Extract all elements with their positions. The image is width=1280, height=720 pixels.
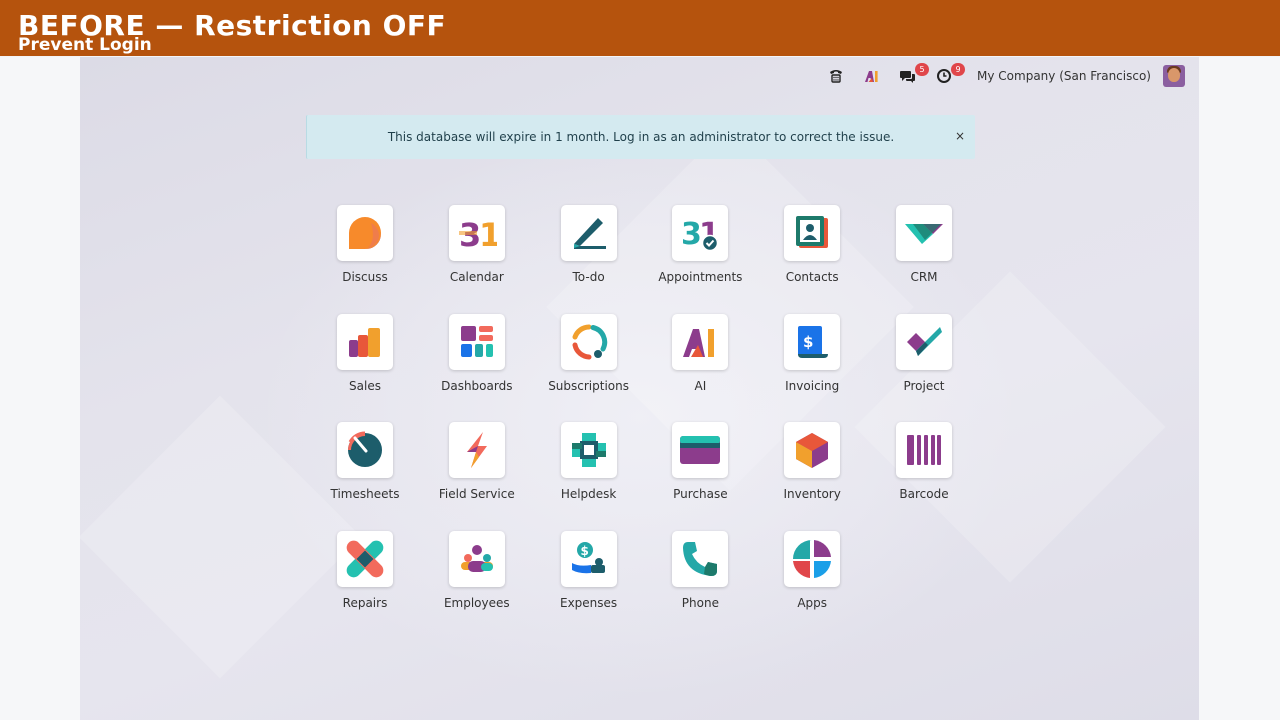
app-label: Field Service [438,487,515,501]
app-crm[interactable]: CRM [879,205,969,314]
right-margin [1199,57,1280,720]
app-label: Invoicing [785,378,840,393]
app-subscriptions[interactable]: Subscriptions [544,313,634,423]
apps-icon [784,530,841,587]
app-todo[interactable]: To-do [544,205,634,314]
avatar-face [1168,68,1180,82]
app-label: Contacts [785,270,839,284]
app-barcode[interactable]: Barcode [879,422,969,531]
app-appointments[interactable]: 31 Appointments [655,205,745,314]
appointments-icon: 31 [672,205,729,261]
app-label: Employees [443,595,510,610]
systray: 5 9 My Company (San Francisco) [811,63,1185,87]
app-label: To-do [572,270,605,284]
todo-icon [560,205,617,261]
discuss-icon [337,205,393,261]
app-label: Timesheets [330,487,400,501]
app-label: Project [903,378,945,393]
app-project[interactable]: Project [879,313,969,423]
expenses-icon: $ [560,530,617,587]
activity-clock-icon[interactable]: 9 [933,63,966,87]
svg-text:1: 1 [479,216,497,253]
app-label: Calendar [449,270,504,284]
svg-text:$: $ [580,544,588,558]
messages-badge: 5 [915,63,930,76]
messaging-icon[interactable]: 5 [897,63,930,87]
crm-icon [895,205,952,261]
app-dashboards[interactable]: Dashboards [432,313,522,423]
app-apps[interactable]: Apps [767,530,857,640]
project-icon [895,313,952,370]
home-screen: 5 9 My Company (San Francisco) This data… [80,57,1199,720]
app-phone[interactable]: Phone [655,530,745,640]
app-helpdesk[interactable]: Helpdesk [544,422,634,531]
alert-text: This database will expire in 1 month. Lo… [387,130,895,144]
user-avatar[interactable] [1163,65,1185,87]
subscriptions-icon [560,313,617,370]
app-timesheets[interactable]: Timesheets [320,422,410,531]
helpdesk-icon [560,422,617,478]
employees-icon [448,530,505,587]
app-label: Purchase [673,487,728,501]
app-invoicing[interactable]: $ Invoicing [767,313,857,423]
activities-badge: 9 [951,63,966,76]
app-calendar[interactable]: 31 Calendar [432,205,522,314]
app-label: Discuss [342,270,388,284]
purchase-icon [672,422,729,478]
timesheets-icon [337,422,393,478]
sales-icon [337,313,393,370]
app-ai[interactable]: AI [655,313,745,423]
app-purchase[interactable]: Purchase [655,422,745,531]
app-label: Dashboards [441,378,513,393]
app-label: AI [694,378,707,393]
expiration-alert: This database will expire in 1 month. Lo… [306,115,975,159]
app-repairs[interactable]: Repairs [320,530,410,640]
recording-banner: BEFORE — Restriction OFF Prevent Login [0,0,1280,56]
app-label: Repairs [342,595,388,610]
app-label: Appointments [658,270,743,284]
barcode-icon [895,422,952,478]
app-discuss[interactable]: Discuss [320,205,410,314]
phone-icon[interactable] [825,65,847,87]
app-inventory[interactable]: Inventory [767,422,857,531]
app-label: Inventory [783,487,841,501]
invoicing-icon: $ [784,313,841,370]
app-contacts[interactable]: Contacts [767,205,857,314]
phone-app-icon [672,530,729,587]
ai-icon[interactable] [861,65,883,87]
left-margin [0,57,80,720]
app-label: Helpdesk [560,487,617,501]
app-label: Barcode [899,487,949,501]
app-label: Expenses [560,595,618,610]
calendar-icon: 31 [448,205,505,261]
ai-app-icon [672,313,729,370]
app-expenses[interactable]: $ Expenses [544,530,634,640]
app-field-service[interactable]: Field Service [432,422,522,531]
repairs-icon [337,530,393,587]
app-label: CRM [910,270,938,284]
app-sales[interactable]: Sales [320,313,410,423]
svg-text:$: $ [803,333,813,351]
dashboards-icon [448,313,505,370]
field-service-icon [448,422,505,478]
app-label: Phone [681,595,719,610]
app-label: Subscriptions [548,378,629,393]
app-label: Apps [797,595,828,610]
contacts-icon [784,205,841,261]
app-employees[interactable]: Employees [432,530,522,640]
company-switcher[interactable]: My Company (San Francisco) [977,69,1151,83]
inventory-icon [784,422,841,478]
banner-subtitle: Prevent Login [18,35,152,55]
apps-grid: Discuss 31 Calendar To-do 31 Appointment… [320,205,1000,639]
app-label: Sales [349,378,381,393]
alert-close-button[interactable]: × [955,129,965,143]
